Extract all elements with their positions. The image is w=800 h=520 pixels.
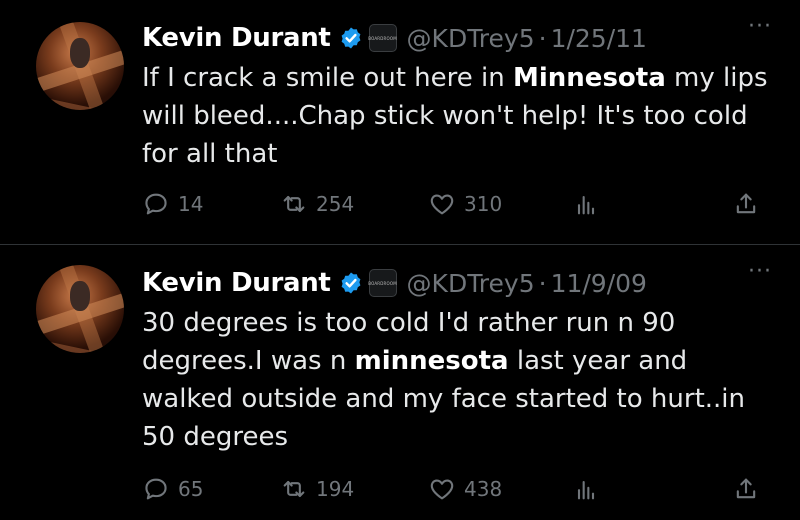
tweet[interactable]: Kevin Durant BOARDROOM @KDTrey5 · 11/9/0… [0,245,800,520]
retweet-icon [283,195,305,213]
tweet-text: 30 degrees is too cold I'd rather run n … [142,308,745,452]
separator: · [538,268,547,298]
author-handle[interactable]: @KDTrey5 [407,24,535,53]
like-button[interactable]: 438 [428,469,502,509]
tweet-header: Kevin Durant BOARDROOM @KDTrey5 · 11/9/0… [142,261,647,305]
reply-count: 14 [178,192,204,216]
retweet-icon [283,480,305,498]
tweet[interactable]: Kevin Durant BOARDROOM @KDTrey5 · 1/25/1… [0,0,800,244]
author-name[interactable]: Kevin Durant [142,268,331,298]
avatar[interactable] [36,22,124,110]
tweet-text: If I crack a smile out here in Minnesota… [142,63,768,169]
tweet-header: Kevin Durant BOARDROOM @KDTrey5 · 1/25/1… [142,16,647,60]
share-button[interactable] [732,469,760,509]
reply-count: 65 [178,477,204,501]
analytics-icon [577,480,595,500]
reply-icon [145,193,167,215]
more-options-icon[interactable]: ··· [748,14,772,39]
retweet-count: 194 [316,477,355,501]
share-icon [736,478,756,499]
tweet-date[interactable]: 1/25/11 [551,24,647,53]
avatar[interactable] [36,265,124,353]
retweet-count: 254 [316,192,355,216]
like-count: 438 [464,477,503,501]
affiliate-badge[interactable]: BOARDROOM [368,269,397,297]
reply-icon [145,478,167,500]
share-icon [736,193,756,214]
separator: · [538,23,547,53]
heart-icon [430,194,454,215]
more-options-icon[interactable]: ··· [748,259,772,284]
views-button[interactable] [572,469,600,509]
retweet-button[interactable]: 254 [280,184,354,224]
tweet-actions: 14 254 310 [142,184,782,224]
like-count: 310 [464,192,503,216]
reply-button[interactable]: 14 [142,184,203,224]
retweet-button[interactable]: 194 [280,469,354,509]
analytics-icon [577,195,595,215]
tweet-date[interactable]: 11/9/09 [551,269,647,298]
author-handle[interactable]: @KDTrey5 [407,269,535,298]
reply-button[interactable]: 65 [142,469,203,509]
verified-badge-icon [341,27,360,49]
affiliate-badge[interactable]: BOARDROOM [368,24,397,52]
like-button[interactable]: 310 [428,184,502,224]
views-button[interactable] [572,184,600,224]
tweet-actions: 65 194 438 [142,469,782,509]
verified-badge-icon [341,272,360,294]
share-button[interactable] [732,184,760,224]
heart-icon [430,479,454,500]
author-name[interactable]: Kevin Durant [142,23,331,53]
